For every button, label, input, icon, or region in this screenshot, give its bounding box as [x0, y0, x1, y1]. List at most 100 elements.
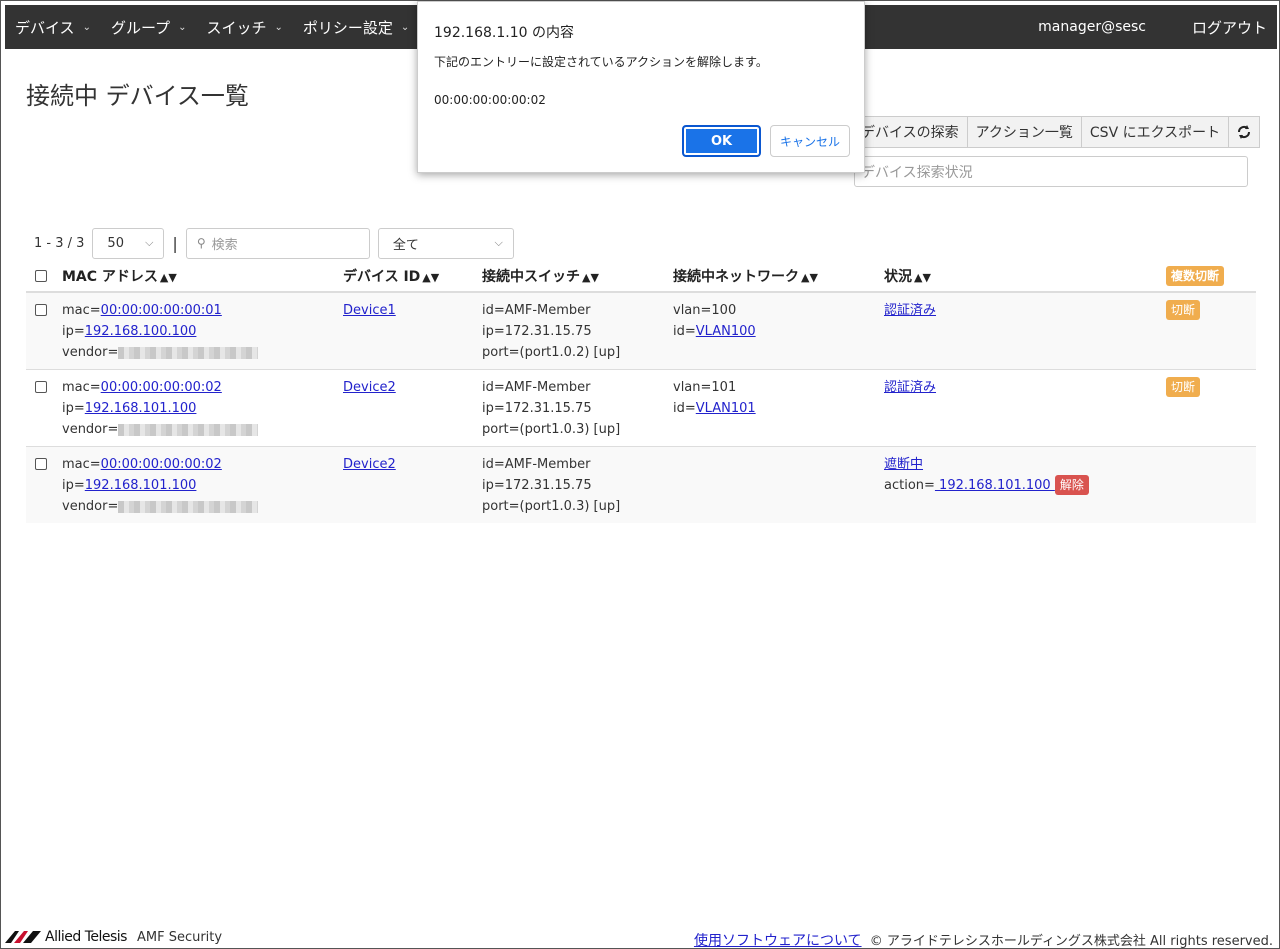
toolbar: デバイスの探索 アクション一覧 CSV にエクスポート — [852, 116, 1261, 148]
status-link[interactable]: 認証済み — [884, 380, 936, 395]
vendor-redacted — [118, 423, 259, 436]
switch-port: port=(port1.0.3) [up] — [482, 499, 621, 514]
network-link[interactable]: VLAN100 — [696, 324, 756, 339]
current-user: manager@sesc — [1038, 19, 1146, 35]
device-cell: Device2 — [343, 446, 482, 523]
cancel-button[interactable]: キャンセル — [770, 125, 850, 157]
switch-port: port=(port1.0.3) [up] — [482, 422, 621, 437]
refresh-button[interactable] — [1228, 116, 1261, 148]
column-mac[interactable]: MAC アドレス ▲▼ — [62, 261, 343, 293]
nav-groups[interactable]: グループ ⌄ — [111, 17, 187, 38]
footer: Allied Telesis AMF Security 使用ソフトウェアについて… — [5, 929, 1277, 949]
column-switch-label: 接続中スイッチ — [482, 269, 580, 285]
mac-link[interactable]: 00:00:00:00:00:02 — [101, 380, 222, 395]
about-software-link[interactable]: 使用ソフトウェアについて — [694, 933, 862, 949]
dialog-message: 下記のエントリーに設定されているアクションを解除します。 — [434, 55, 768, 69]
disconnect-button[interactable]: 切断 — [1166, 377, 1201, 397]
select-all-checkbox[interactable] — [35, 270, 47, 282]
switch-port: port=(port1.0.2) [up] — [482, 345, 621, 360]
action-cell: 切断 — [1166, 369, 1256, 447]
ip-link[interactable]: 192.168.101.100 — [85, 401, 197, 416]
bulk-disconnect-button[interactable]: 複数切断 — [1166, 266, 1225, 286]
table-row: mac=00:00:00:00:00:02 ip=192.168.101.100… — [26, 446, 1256, 523]
vendor-redacted — [118, 346, 259, 359]
logout-link[interactable]: ログアウト — [1192, 17, 1267, 38]
column-device-label: デバイス ID — [343, 269, 421, 285]
vlan-value: vlan=101 — [673, 380, 737, 395]
nav-right: manager@sesc ログアウト — [1038, 5, 1267, 49]
row-checkbox[interactable] — [35, 381, 47, 393]
mac-link[interactable]: 00:00:00:00:00:02 — [101, 457, 222, 472]
column-status[interactable]: 状況 ▲▼ — [884, 261, 1166, 293]
column-mac-label: MAC アドレス — [62, 269, 158, 285]
network-link[interactable]: VLAN101 — [696, 401, 756, 416]
nav-switches-label: スイッチ — [206, 18, 267, 37]
status-link[interactable]: 認証済み — [884, 303, 936, 318]
dialog-mac: 00:00:00:00:00:02 — [434, 93, 546, 107]
switch-ip: ip=172.31.15.75 — [482, 401, 592, 416]
vlan-value: vlan=100 — [673, 303, 737, 318]
column-bulk: 複数切断 — [1166, 261, 1256, 293]
allied-telesis-logo-icon — [5, 931, 41, 943]
vendor-label: vendor= — [62, 422, 119, 437]
vendor-label: vendor= — [62, 499, 119, 514]
column-switch[interactable]: 接続中スイッチ ▲▼ — [482, 261, 673, 293]
row-checkbox[interactable] — [35, 458, 47, 470]
page-size-select[interactable]: 50 ⌵ — [92, 227, 165, 259]
sort-icon: ▲▼ — [801, 271, 818, 284]
nav-policy[interactable]: ポリシー設定 ⌄ — [303, 17, 409, 38]
mac-label: mac= — [62, 457, 101, 472]
ip-label: ip= — [62, 401, 85, 416]
refresh-icon — [1238, 125, 1251, 139]
network-cell: vlan=101 id=VLAN101 — [673, 369, 884, 447]
nav-devices[interactable]: デバイス ⌄ — [15, 17, 91, 38]
mac-cell: mac=00:00:00:00:00:01 ip=192.168.100.100… — [62, 291, 343, 370]
disconnect-button[interactable]: 切断 — [1166, 300, 1201, 320]
network-cell: vlan=100 id=VLAN100 — [673, 291, 884, 370]
device-link[interactable]: Device2 — [343, 380, 396, 395]
footer-right: 使用ソフトウェアについて © アライドテレシスホールディングス株式会社 All … — [694, 930, 1273, 949]
device-link[interactable]: Device1 — [343, 303, 396, 318]
nav-devices-label: デバイス — [15, 18, 75, 37]
sort-icon: ▲▼ — [582, 271, 599, 284]
release-action-button[interactable]: 解除 — [1054, 475, 1089, 495]
device-link[interactable]: Device2 — [343, 457, 396, 472]
status-cell: 遮断中 action= 192.168.101.100 解除 — [884, 446, 1166, 523]
table-row: mac=00:00:00:00:00:02 ip=192.168.101.100… — [26, 369, 1256, 447]
row-checkbox[interactable] — [35, 304, 47, 316]
mac-label: mac= — [62, 303, 101, 318]
mac-cell: mac=00:00:00:00:00:02 ip=192.168.101.100… — [62, 369, 343, 447]
copyright: © アライドテレシスホールディングス株式会社 All rights reserv… — [869, 934, 1273, 949]
product-name: AMF Security — [136, 929, 223, 945]
column-network[interactable]: 接続中ネットワーク ▲▼ — [673, 261, 884, 293]
company-logo: Allied Telesis AMF Security — [5, 929, 222, 945]
status-link[interactable]: 遮断中 — [884, 457, 923, 472]
ip-link[interactable]: 192.168.101.100 — [85, 478, 197, 493]
chevron-down-icon: ⌄ — [400, 21, 410, 33]
separator: | — [172, 233, 178, 253]
search-input[interactable]: ⚲ 検索 — [185, 227, 370, 259]
discovery-status-field[interactable]: デバイス探索状況 — [854, 156, 1248, 187]
switch-ip: ip=172.31.15.75 — [482, 324, 592, 339]
network-id-label: id= — [673, 401, 696, 416]
status-filter-select[interactable]: 全て ⌵ — [377, 227, 514, 259]
sort-icon: ▲▼ — [914, 271, 931, 284]
ok-button[interactable]: OK — [682, 125, 761, 157]
switch-cell: id=AMF-Member ip=172.31.15.75 port=(port… — [482, 369, 673, 447]
switch-id: id=AMF-Member — [482, 457, 591, 472]
action-cell: 切断 — [1166, 291, 1256, 370]
ip-link[interactable]: 192.168.100.100 — [85, 324, 197, 339]
action-cell — [1166, 446, 1256, 523]
row-select-cell — [26, 446, 62, 523]
pager: 1 - 3 / 3 50 ⌵ | ⚲ 検索 全て ⌵ — [34, 227, 514, 259]
discover-devices-button[interactable]: デバイスの探索 — [852, 116, 968, 148]
device-cell: Device1 — [343, 291, 482, 370]
export-csv-button[interactable]: CSV にエクスポート — [1080, 116, 1230, 148]
ip-label: ip= — [62, 478, 85, 493]
action-list-button[interactable]: アクション一覧 — [966, 116, 1082, 148]
ip-label: ip= — [62, 324, 85, 339]
action-link[interactable]: 192.168.101.100 — [935, 478, 1055, 493]
mac-link[interactable]: 00:00:00:00:00:01 — [101, 303, 222, 318]
column-device[interactable]: デバイス ID ▲▼ — [343, 261, 482, 293]
nav-switches[interactable]: スイッチ ⌄ — [206, 17, 282, 38]
